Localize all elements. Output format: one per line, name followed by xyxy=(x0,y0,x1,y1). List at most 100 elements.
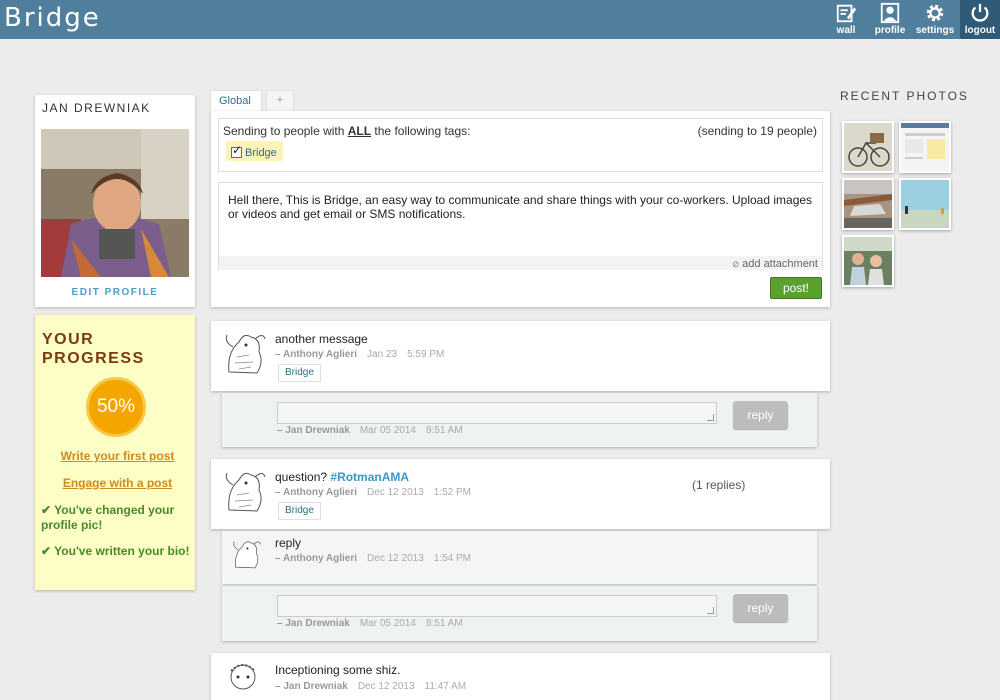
avatar[interactable] xyxy=(219,327,269,379)
top-bar: Bridge wall profile settings logout xyxy=(0,0,1000,39)
nav-wall-label: wall xyxy=(836,25,856,36)
checkbox-icon[interactable] xyxy=(231,143,242,158)
tag-label-pre: Sending to people with xyxy=(223,124,348,138)
post-author[interactable]: – Anthony Aglieri xyxy=(275,349,357,360)
paperclip-icon: ⌀ xyxy=(732,257,740,270)
wall-icon xyxy=(836,4,857,23)
post-time: 11:47 AM xyxy=(424,681,467,692)
app-title[interactable]: Bridge xyxy=(4,3,101,33)
post-meta: – Anthony Aglieri Jan 23 5:59 PM xyxy=(275,349,444,360)
post-time: 1:52 PM xyxy=(433,487,472,498)
reply-time: 8:51 AM xyxy=(425,425,463,436)
nav-logout[interactable]: logout xyxy=(960,0,1000,39)
write-first-post-link[interactable]: Write your first post xyxy=(35,449,200,463)
sending-count: (sending to 19 people) xyxy=(697,124,817,138)
reply-meta: – Jan Drewniak Mar 05 2014 8:51 AM xyxy=(277,425,463,436)
post-author[interactable]: – Anthony Aglieri xyxy=(275,487,357,498)
tag-label: Sending to people with ALL the following… xyxy=(223,124,471,138)
photo-thumb-bike[interactable] xyxy=(842,121,894,173)
tag-selector: Sending to people with ALL the following… xyxy=(218,118,823,172)
nav-profile-label: profile xyxy=(874,25,906,36)
post-time: 5:59 PM xyxy=(407,349,445,360)
add-attachment-label: add attachment xyxy=(742,258,818,270)
post-title-text: question? xyxy=(275,470,331,484)
avatar[interactable] xyxy=(228,536,264,572)
progress-card: YOUR PROGRESS 50% Write your first post … xyxy=(35,315,195,590)
reply-date: Mar 05 2014 xyxy=(359,425,416,436)
composer: Sending to people with ALL the following… xyxy=(211,111,830,307)
post-date: Dec 12 2013 xyxy=(367,487,424,498)
reply-area: reply – Jan Drewniak Mar 05 2014 8:51 AM xyxy=(222,586,817,641)
replies-count[interactable]: (1 replies) xyxy=(692,478,745,492)
profile-card: JAN DREWNIAK EDIT PROFILE xyxy=(35,95,195,307)
hashtag-link[interactable]: #RotmanAMA xyxy=(330,470,409,484)
reply-button[interactable]: reply xyxy=(733,594,788,622)
post-date: Dec 12 2013 xyxy=(357,681,415,692)
top-nav: wall profile settings logout xyxy=(824,0,1000,39)
avatar[interactable] xyxy=(223,657,263,700)
photo-thumb-people[interactable] xyxy=(842,235,894,287)
profile-icon xyxy=(880,2,900,24)
profile-photo xyxy=(41,129,189,277)
post-tag[interactable]: Bridge xyxy=(278,364,321,382)
post-tag[interactable]: Bridge xyxy=(278,502,321,520)
tag-chip-bridge[interactable]: Bridge xyxy=(226,141,283,161)
nav-logout-label: logout xyxy=(964,25,996,36)
reply-meta: – Jan Drewniak Mar 05 2014 8:51 AM xyxy=(277,618,463,629)
post-card: Inceptioning some shiz. – Jan Drewniak De… xyxy=(211,653,830,700)
power-icon xyxy=(971,3,989,22)
tag-label-post: the following tags: xyxy=(371,124,471,138)
nav-settings-label: settings xyxy=(915,25,955,36)
reply-author[interactable]: – Jan Drewniak xyxy=(277,618,350,629)
reply-item: reply – Anthony Aglieri Dec 12 2013 1:54 P… xyxy=(222,531,817,584)
reply-date: Mar 05 2014 xyxy=(359,618,416,629)
post-title: another message xyxy=(275,332,368,346)
post-author[interactable]: – Jan Drewniak xyxy=(275,681,348,692)
reply-item-date: Dec 12 2013 xyxy=(367,553,424,564)
photo-thumb-car[interactable] xyxy=(842,178,894,230)
nav-profile[interactable]: profile xyxy=(868,0,912,39)
reply-text: reply xyxy=(275,536,302,550)
post-meta: – Anthony Aglieri Dec 12 2013 1:52 PM xyxy=(275,487,471,498)
post-button[interactable]: post! xyxy=(770,277,822,299)
tab-global[interactable]: Global xyxy=(211,91,261,112)
progress-done-item: ✔ You've changed your profile pic! xyxy=(41,503,175,532)
post-title: Inceptioning some shiz. xyxy=(275,663,401,677)
reply-area: reply – Jan Drewniak Mar 05 2014 8:51 AM xyxy=(222,393,817,447)
tab-add[interactable]: + xyxy=(267,91,293,112)
reply-input[interactable] xyxy=(277,402,717,424)
reply-item-time: 1:54 PM xyxy=(433,553,472,564)
progress-done-item: ✔ You've written your bio! xyxy=(41,544,190,558)
message-text[interactable]: Hell there, This is Bridge, an easy way … xyxy=(228,193,818,221)
reply-input[interactable] xyxy=(277,595,717,617)
nav-settings[interactable]: settings xyxy=(912,0,958,39)
edit-profile-link[interactable]: EDIT PROFILE xyxy=(35,287,195,298)
photo-thumb-sky[interactable] xyxy=(899,178,951,230)
profile-name: JAN DREWNIAK xyxy=(42,101,151,115)
reply-author[interactable]: – Jan Drewniak xyxy=(277,425,350,436)
recent-photos-title: RECENT PHOTOS xyxy=(840,89,969,103)
avatar[interactable] xyxy=(219,465,269,517)
post-title: question? #RotmanAMA xyxy=(275,470,409,484)
post-date: Jan 23 xyxy=(367,349,398,360)
gear-icon xyxy=(926,4,944,22)
reply-time: 8:51 AM xyxy=(425,618,463,629)
add-attachment-link[interactable]: ⌀ add attachment xyxy=(732,257,818,270)
photo-thumb-screenshot[interactable] xyxy=(899,121,951,173)
nav-wall[interactable]: wall xyxy=(824,0,868,39)
progress-title-line2: PROGRESS xyxy=(42,350,145,367)
post-card: question? #RotmanAMA (1 replies) – Antho… xyxy=(211,459,830,529)
message-input[interactable]: Hell there, This is Bridge, an easy way … xyxy=(218,182,823,270)
tag-label-all: ALL xyxy=(347,124,372,138)
reply-item-author[interactable]: – Anthony Aglieri xyxy=(275,553,357,564)
progress-title: YOUR PROGRESS xyxy=(42,330,145,368)
progress-percent: 50% xyxy=(86,377,146,437)
post-meta: – Jan Drewniak Dec 12 2013 11:47 AM xyxy=(275,681,466,692)
reply-item-meta: – Anthony Aglieri Dec 12 2013 1:54 PM xyxy=(275,553,471,564)
progress-title-line1: YOUR xyxy=(42,331,95,348)
attach-bar: ⌀ add attachment xyxy=(219,256,822,270)
post-card: another message – Anthony Aglieri Jan 23 5… xyxy=(211,321,830,391)
tag-chip-label: Bridge xyxy=(245,146,277,159)
reply-button[interactable]: reply xyxy=(733,401,788,429)
engage-post-link[interactable]: Engage with a post xyxy=(35,476,200,490)
